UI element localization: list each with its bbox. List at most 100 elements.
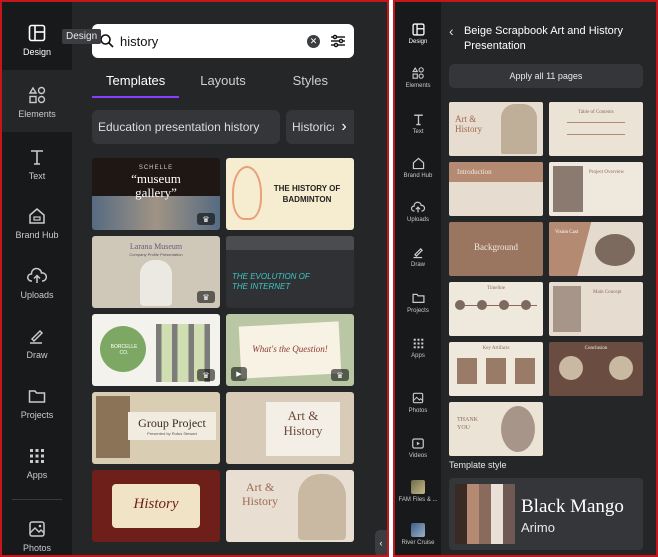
rail-projects[interactable]: Projects [395,291,441,314]
filter-icon[interactable] [330,34,346,48]
rail-elements[interactable]: Elements [2,70,72,132]
template-style-label: Template style [449,460,507,470]
text-icon [26,146,48,168]
template-title: Beige Scrapbook Art and History Presenta… [463,25,623,52]
rail-app-river-cruise[interactable]: River Cruise [395,523,441,546]
template-card[interactable]: Larana Museum Company Profile Presentati… [92,236,220,308]
rail-draw[interactable]: Draw [395,245,441,268]
chevron-right-icon[interactable]: › [334,110,354,144]
rail-design[interactable]: Design [395,22,441,45]
template-detail-panel: ‹ Beige Scrapbook Art and History Presen… [441,2,656,555]
right-side-rail: Design Elements Text Brand Hub Uploads D… [395,2,441,555]
template-card[interactable]: Group Project Presented by Rufus Stewart [92,392,220,464]
video-icon [411,436,425,450]
page-title: Project Overview [589,170,625,175]
heading-font-name: Black Mango [521,496,624,517]
template-text: gallery” [135,185,177,200]
page-thumb[interactable]: Art & History [449,102,543,156]
template-card[interactable]: BORCELLE CO. ♛ [92,314,220,386]
page-title: Art & History [455,114,482,134]
cloud-upload-icon [26,265,48,287]
page-thumb[interactable]: Timeline [449,282,543,336]
rail-label: Elements [18,109,56,119]
rail-label: Design [22,47,51,57]
page-thumb[interactable]: THANK YOU [449,402,543,456]
template-text: Company Profile Presentation [129,252,183,257]
rail-text[interactable]: Text [2,146,72,181]
page-title: Vision Cast [555,230,579,235]
rail-label: Photos [22,543,52,553]
template-text: THE EVOLUTION OF [232,272,310,281]
template-text: BORCELLE CO. [110,344,138,356]
page-thumb[interactable]: Table of Contents [549,102,643,156]
rail-uploads[interactable]: Uploads [395,200,441,223]
page-thumb[interactable]: Project Overview [549,162,643,216]
template-text: Larana Museum [129,242,183,251]
tab-templates[interactable]: Templates [92,70,180,98]
template-card[interactable]: Art & History [226,470,354,542]
template-card[interactable]: What's the Question! ▶ ♛ [226,314,354,386]
template-text: THE HISTORY OF [273,184,341,193]
template-style-card[interactable]: Black Mango Arimo [449,478,643,550]
rail-uploads[interactable]: Uploads [2,265,72,300]
rail-label: Brand Hub [15,230,59,240]
page-thumb[interactable]: Vision Cast [549,222,643,276]
chevron-left-icon: ‹ [379,538,383,548]
rail-label: Apps [411,353,425,359]
page-title: Table of Contents [578,110,614,115]
page-thumb[interactable]: Introduction [449,162,543,216]
search-input[interactable]: history [120,34,307,49]
template-text: History [133,496,179,512]
template-card[interactable]: THE EVOLUTION OF THE INTERNET [226,236,354,308]
rail-label: Brand Hub [403,173,433,179]
template-text: Art & [245,480,275,494]
clear-search-icon[interactable]: ✕ [307,34,320,48]
shapes-icon [26,84,48,106]
rail-apps[interactable]: Apps [2,445,72,480]
search-bar[interactable]: history ✕ [92,24,354,58]
layout-icon [411,22,425,36]
rail-app-fam-files[interactable]: FAM Files & ... [395,480,441,503]
rail-apps[interactable]: Apps [395,336,441,359]
back-chevron-icon[interactable]: ‹ [449,24,464,54]
tab-layouts[interactable]: Layouts [179,70,266,98]
color-swatch [467,484,479,544]
crown-icon: ♛ [331,369,349,381]
rail-projects[interactable]: Projects [2,385,72,420]
collapse-panel-button[interactable]: ‹ [375,530,387,555]
template-text: THE INTERNET [232,282,291,291]
folder-icon [26,385,48,407]
rail-label: Elements [405,83,431,89]
color-swatch [455,484,467,544]
rail-label: Text [28,171,46,181]
rail-label: River Cruise [401,540,435,546]
crown-icon: ♛ [197,213,215,225]
rail-photos[interactable]: Photos [395,391,441,414]
page-thumb[interactable]: Main Concept [549,282,643,336]
rail-label: Videos [408,453,428,459]
rail-brand-hub[interactable]: Brand Hub [395,156,441,179]
template-text: BADMINTON [282,195,332,204]
rail-brand-hub[interactable]: Brand Hub [2,205,72,240]
chip-suggestion[interactable]: Education presentation history [92,110,280,144]
page-thumb[interactable]: Background [449,222,543,276]
apps-grid-icon [411,336,425,350]
page-thumb[interactable]: Conclusion [549,342,643,396]
tab-styles[interactable]: Styles [267,70,354,98]
rail-elements[interactable]: Elements [395,66,441,89]
page-thumb[interactable]: Key Artifacts [449,342,543,396]
rail-videos[interactable]: Videos [395,436,441,459]
rail-photos[interactable]: Photos [2,518,72,553]
apply-all-pages-button[interactable]: Apply all 11 pages [449,64,643,88]
template-card[interactable]: SCHELLE “museum gallery” ♛ [92,158,220,230]
pen-icon [26,325,48,347]
image-icon [411,391,425,405]
rail-label: Draw [26,350,48,360]
template-card[interactable]: Art & History [226,392,354,464]
rail-draw[interactable]: Draw [2,325,72,360]
rail-text[interactable]: Text [395,112,441,135]
rail-label: Draw [410,262,425,268]
page-title: THANK YOU [457,417,478,431]
template-card[interactable]: THE HISTORY OF BADMINTON [226,158,354,230]
template-card[interactable]: History [92,470,220,542]
